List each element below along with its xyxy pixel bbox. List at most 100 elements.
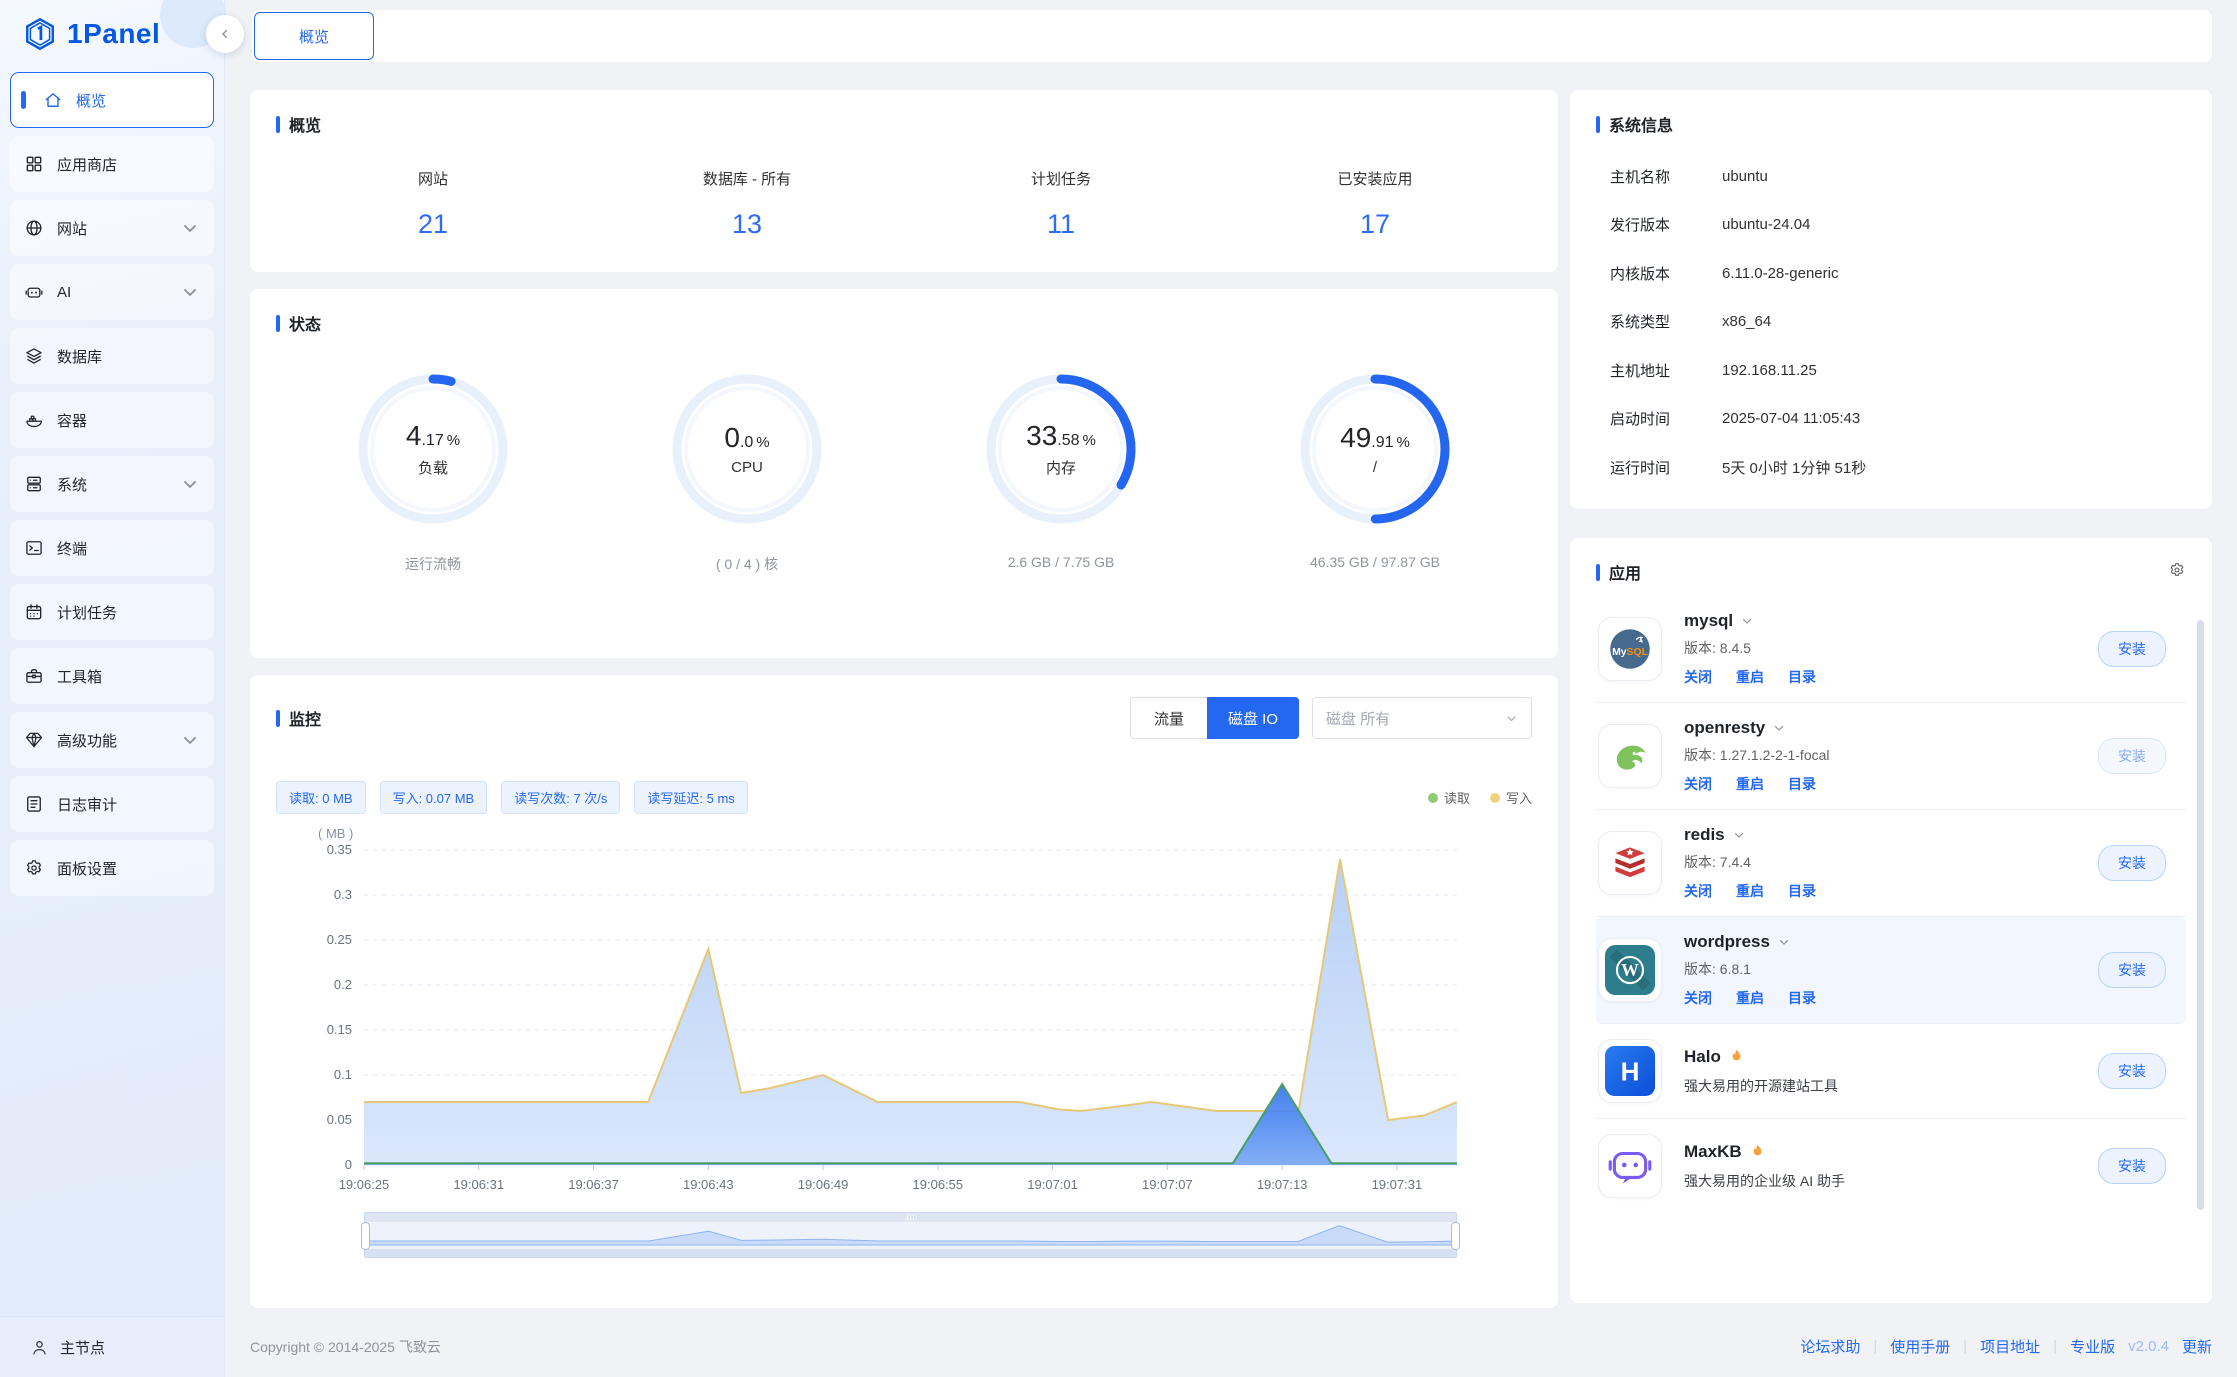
app-close-link[interactable]: 关闭	[1684, 881, 1712, 901]
tab-overview[interactable]: 概览	[254, 12, 374, 60]
app-name[interactable]: mysql	[1684, 611, 1816, 631]
sidebar-item-label: 面板设置	[57, 858, 117, 879]
app-restart-link[interactable]: 重启	[1736, 988, 1764, 1008]
svg-text:19:07:07: 19:07:07	[1142, 1177, 1193, 1192]
apps-scrollbar-thumb[interactable]	[2197, 620, 2204, 1210]
app-version: 版本: 7.4.4	[1684, 852, 1816, 872]
section-bar	[276, 710, 280, 727]
app-restart-link[interactable]: 重启	[1736, 667, 1764, 687]
app-dir-link[interactable]: 目录	[1788, 774, 1816, 794]
overview-card: 概览 网站 21 数据库 - 所有 13 计划任务 11 已安装应用 17	[250, 90, 1558, 272]
legend-read[interactable]: 读取	[1428, 788, 1470, 807]
sidebar-item-label: 概览	[76, 90, 106, 111]
app-name[interactable]: openresty	[1684, 718, 1830, 738]
app-name[interactable]: MaxKB	[1684, 1142, 1845, 1162]
install-button[interactable]: 安装	[2098, 631, 2166, 667]
sysinfo-row-address: 主机地址192.168.11.25	[1596, 346, 2186, 395]
stat-value-link[interactable]: 13	[590, 209, 904, 240]
apps-settings-button[interactable]	[2168, 561, 2186, 584]
openresty-app-icon	[1598, 724, 1662, 788]
top-tab-bar: 概览	[252, 10, 2212, 62]
svg-text:19:06:43: 19:06:43	[683, 1177, 734, 1192]
install-button[interactable]: 安装	[2098, 952, 2166, 988]
sidebar-item-cronjob[interactable]: 计划任务	[10, 584, 214, 640]
sidebar-item-database[interactable]: 数据库	[10, 328, 214, 384]
chevron-down-icon	[1732, 828, 1746, 842]
sidebar-item-label: 计划任务	[57, 602, 117, 623]
gauge-label: /	[1373, 459, 1377, 476]
stat-value-link[interactable]: 11	[904, 209, 1218, 240]
sidebar-item-logs[interactable]: 日志审计	[10, 776, 214, 832]
datazoom-track	[365, 1249, 1456, 1257]
sidebar-item-overview[interactable]: 概览	[10, 72, 214, 128]
svg-text:0.25: 0.25	[327, 932, 352, 947]
sidebar-item-settings[interactable]: 面板设置	[10, 840, 214, 896]
sidebar-item-label: 数据库	[57, 346, 102, 367]
sidebar-item-app-store[interactable]: 应用商店	[10, 136, 214, 192]
app-close-link[interactable]: 关闭	[1684, 667, 1712, 687]
sidebar-item-website[interactable]: 网站	[10, 200, 214, 256]
gear-icon	[2168, 561, 2186, 579]
svg-text:19:06:49: 19:06:49	[798, 1177, 849, 1192]
install-button-disabled[interactable]: 安装	[2098, 738, 2166, 774]
app-dir-link[interactable]: 目录	[1788, 881, 1816, 901]
sidebar-item-container[interactable]: 容器	[10, 392, 214, 448]
status-card: 状态 4.17% 负载 运行流畅	[250, 289, 1558, 658]
gauge-caption: ( 0 / 4 ) 核	[716, 554, 778, 574]
chevron-left-icon	[218, 27, 232, 41]
app-name[interactable]: Halo	[1684, 1047, 1838, 1067]
sidebar-item-ai[interactable]: AI	[10, 264, 214, 320]
forum-help-link[interactable]: 论坛求助	[1800, 1336, 1860, 1357]
datazoom-handle-right[interactable]	[1451, 1222, 1460, 1250]
tab-traffic[interactable]: 流量	[1130, 697, 1207, 739]
pro-edition-link[interactable]: 专业版	[2070, 1336, 2115, 1357]
app-version: 版本: 1.27.1.2-2-1-focal	[1684, 745, 1830, 765]
app-name[interactable]: redis	[1684, 825, 1816, 845]
datazoom-mini-chart	[365, 1222, 1456, 1251]
svg-text:0.15: 0.15	[327, 1022, 352, 1037]
gauge-memory: 33.58% 内存 2.6 GB / 7.75 GB	[904, 369, 1218, 574]
section-bar	[276, 315, 280, 332]
app-name[interactable]: wordpress	[1684, 932, 1816, 952]
app-restart-link[interactable]: 重启	[1736, 881, 1764, 901]
sidebar-item-system[interactable]: 系统	[10, 456, 214, 512]
datazoom-slider[interactable]	[364, 1212, 1457, 1258]
globe-icon	[24, 218, 44, 238]
install-button[interactable]: 安装	[2098, 845, 2166, 881]
datazoom-handle-left[interactable]	[361, 1222, 370, 1250]
manual-link[interactable]: 使用手册	[1890, 1336, 1950, 1357]
datazoom-grip[interactable]	[365, 1213, 1456, 1222]
sidebar-item-toolbox[interactable]: 工具箱	[10, 648, 214, 704]
tab-disk-io[interactable]: 磁盘 IO	[1207, 697, 1299, 739]
app-close-link[interactable]: 关闭	[1684, 988, 1712, 1008]
gauge-label: CPU	[731, 459, 763, 476]
stat-value-link[interactable]: 17	[1218, 209, 1532, 240]
version-label[interactable]: v2.0.4	[2128, 1338, 2169, 1355]
app-dir-link[interactable]: 目录	[1788, 667, 1816, 687]
sidebar-footer-node[interactable]: 主节点	[0, 1316, 224, 1377]
sidebar-item-label: 容器	[57, 410, 87, 431]
app-version: 版本: 8.4.5	[1684, 638, 1816, 658]
gauge-load: 4.17% 负载 运行流畅	[276, 369, 590, 574]
app-description: 强大易用的企业级 AI 助手	[1684, 1171, 1845, 1191]
app-restart-link[interactable]: 重启	[1736, 774, 1764, 794]
project-link[interactable]: 项目地址	[1980, 1336, 2040, 1357]
sidebar-item-terminal[interactable]: 终端	[10, 520, 214, 576]
sidebar-item-advanced[interactable]: 高级功能	[10, 712, 214, 768]
app-dir-link[interactable]: 目录	[1788, 988, 1816, 1008]
legend-write[interactable]: 写入	[1490, 788, 1532, 807]
stat-label: 网站	[276, 168, 590, 189]
sidebar-collapse-button[interactable]	[206, 15, 244, 53]
install-button[interactable]: 安装	[2098, 1148, 2166, 1184]
svg-text:19:07:13: 19:07:13	[1257, 1177, 1308, 1192]
gauges: 4.17% 负载 运行流畅 0.0% CPU	[276, 369, 1532, 574]
sysinfo-row-release: 发行版本ubuntu-24.04	[1596, 201, 2186, 250]
disk-select[interactable]: 磁盘 所有	[1312, 697, 1532, 739]
stat-value-link[interactable]: 21	[276, 209, 590, 240]
app-close-link[interactable]: 关闭	[1684, 774, 1712, 794]
install-button[interactable]: 安装	[2098, 1053, 2166, 1089]
chevron-down-icon	[180, 730, 200, 750]
svg-text:19:06:31: 19:06:31	[453, 1177, 504, 1192]
app-version: 版本: 6.8.1	[1684, 959, 1816, 979]
update-link[interactable]: 更新	[2182, 1336, 2212, 1357]
